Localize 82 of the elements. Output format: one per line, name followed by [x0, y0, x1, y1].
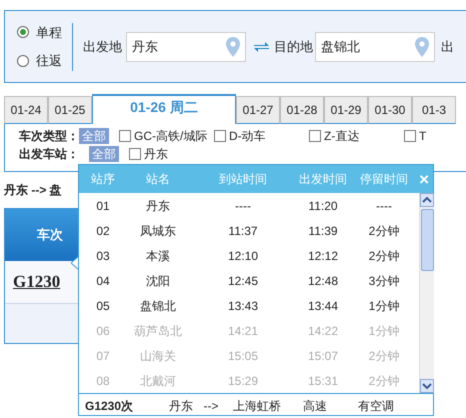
- scrollbar[interactable]: [419, 193, 434, 393]
- footer-air-condition: 有空调: [357, 398, 395, 414]
- filter-checkbox[interactable]: Z-直达: [309, 127, 404, 145]
- table-cell-text: 04: [95, 272, 111, 290]
- date-tab[interactable]: 01-3: [412, 96, 456, 124]
- table-cell-text: 1分钟: [368, 298, 400, 314]
- date-tab[interactable]: 01-29: [324, 96, 368, 124]
- filter-checkbox[interactable]: GC-高铁/城际: [119, 127, 214, 145]
- column-header: 车次: [37, 226, 63, 244]
- table-cell-text: 凤城东: [139, 222, 177, 240]
- table-cell-text: 本溪: [145, 248, 171, 264]
- to-field[interactable]: 盘锦北: [315, 32, 435, 62]
- date-tab[interactable]: 01-27: [236, 96, 280, 124]
- table-cell-text: 3分钟: [368, 272, 400, 290]
- footer-arrow: -->: [202, 398, 220, 414]
- table-cell-text: ----: [375, 198, 393, 214]
- filter-label: 出发车站：: [19, 146, 80, 163]
- table-cell-text: 12:10: [226, 248, 260, 264]
- table-cell-text: 15:07: [306, 348, 340, 364]
- table-cell-text: 14:21: [226, 322, 260, 340]
- train-link[interactable]: G1230: [13, 269, 60, 295]
- table-cell-text: 15:29: [226, 372, 260, 390]
- footer-train-type: 高速: [302, 398, 328, 414]
- footer-from: 丹东: [168, 398, 194, 414]
- from-label: 出发地: [83, 38, 122, 56]
- swap-icon[interactable]: [253, 40, 270, 54]
- table-cell-text: 葫芦岛北: [133, 322, 183, 340]
- column-header: 站序: [90, 171, 116, 188]
- date-tab[interactable]: 01-25: [48, 96, 92, 124]
- table-cell-text: 2分钟: [368, 248, 400, 264]
- table-cell-text: 11:37: [227, 222, 259, 240]
- column-header: 到站时间: [218, 171, 268, 188]
- location-pin-icon: [226, 36, 240, 56]
- table-cell-text: 1分钟: [368, 322, 400, 340]
- table-cell-text: 北戴河: [139, 372, 177, 390]
- filter-checkbox[interactable]: T: [404, 127, 466, 145]
- filter-label: 车次类型：: [19, 128, 79, 145]
- table-cell-text: 06: [95, 322, 111, 340]
- scroll-thumb[interactable]: [420, 209, 434, 271]
- column-header: 停留时间: [359, 171, 409, 188]
- table-cell-text: 盘锦北: [139, 298, 177, 314]
- route-text: 丹东 --> 盘: [4, 182, 62, 199]
- column-header: 站名: [145, 171, 171, 188]
- table-cell-text: 12:48: [306, 272, 340, 290]
- table-cell-text: 11:39: [307, 222, 339, 240]
- table-cell-text: 14:22: [306, 322, 340, 340]
- table-cell-text: 13:43: [226, 298, 260, 314]
- location-pin-icon: [415, 36, 429, 56]
- to-label: 目的地: [274, 38, 313, 56]
- train-number: G1230次: [85, 398, 134, 414]
- table-cell-text: 沈阳: [145, 272, 171, 290]
- table-cell-text: 07: [95, 348, 111, 364]
- table-cell-text: 2分钟: [368, 348, 400, 364]
- footer-to: 上海虹桥: [232, 398, 282, 414]
- table-cell-text: 02: [95, 222, 111, 240]
- scroll-down-icon[interactable]: [420, 379, 434, 393]
- table-cell-text: 2分钟: [368, 222, 400, 240]
- table-cell-text: 12:45: [226, 272, 260, 290]
- trip-radio[interactable]: 单程: [17, 22, 62, 42]
- table-cell-text: 11:20: [307, 198, 339, 214]
- column-header: 出发时间: [298, 171, 348, 188]
- date-tab[interactable]: 01-28: [280, 96, 324, 124]
- table-cell-text: ----: [234, 198, 252, 214]
- table-cell-text: 15:31: [306, 372, 340, 390]
- table-cell-text: 01: [95, 198, 111, 214]
- table-cell-text: 13:44: [306, 298, 340, 314]
- scroll-up-icon[interactable]: [420, 193, 434, 207]
- table-cell-text: 2分钟: [368, 372, 400, 390]
- filter-checkbox[interactable]: D-动车: [214, 127, 309, 145]
- table-cell-text: 08: [95, 372, 111, 390]
- date-tab[interactable]: 01-30: [368, 96, 412, 124]
- table-cell-text: 05: [95, 298, 111, 314]
- date-label: 出: [441, 38, 454, 56]
- table-cell-text: 12:12: [306, 248, 340, 264]
- table-cell-text: 丹东: [145, 198, 171, 214]
- table-cell-text: 15:05: [226, 348, 260, 364]
- from-field[interactable]: 丹东: [126, 32, 246, 62]
- trip-radio[interactable]: 往返: [17, 51, 62, 70]
- filter-checkbox[interactable]: 丹东: [129, 145, 224, 163]
- table-cell-text: 山海关: [139, 348, 177, 364]
- date-tab[interactable]: 01-24: [4, 96, 48, 124]
- table-cell-text: 03: [95, 248, 111, 264]
